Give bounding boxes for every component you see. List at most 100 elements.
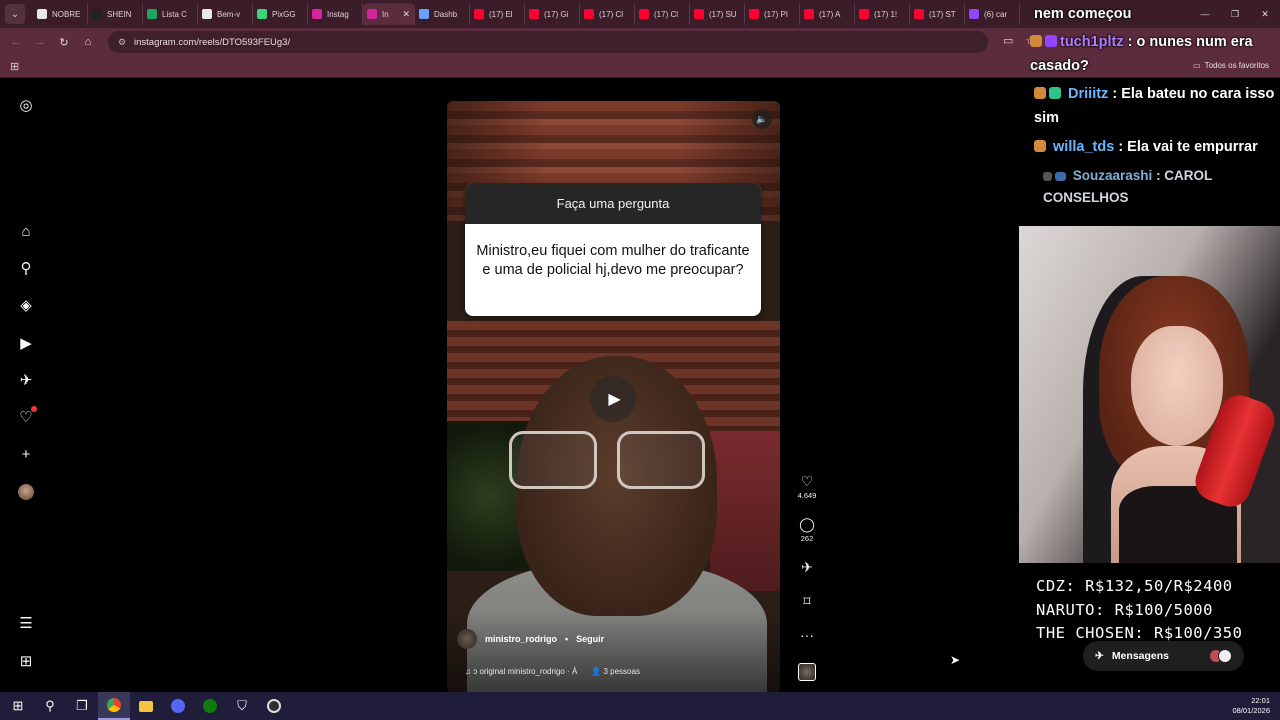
person-icon: 👤: [591, 667, 604, 676]
tab-label: Bem-v: [217, 9, 241, 19]
tab-label: (17) Cl: [599, 9, 624, 19]
search-icon[interactable]: ⚲: [17, 259, 35, 277]
tab-label: (17) El: [489, 9, 513, 19]
messages-icon[interactable]: ✈: [17, 371, 35, 389]
stream-chat-overlay: nem começou tuch1pltz : o nunes num era …: [1030, 0, 1280, 225]
messages-icon: ✈: [1095, 650, 1104, 662]
tab-label: (17) PI: [764, 9, 789, 19]
tab-favicon-icon: [147, 9, 157, 19]
back-icon[interactable]: ←: [4, 36, 28, 48]
tab-label: (17) ST: [929, 9, 956, 19]
browser-tab[interactable]: (17) Cl: [580, 3, 635, 25]
goal-line: CDZ: R$132,50/R$2400: [1036, 577, 1233, 595]
tab-favicon-icon: [529, 9, 539, 19]
like-button[interactable]: ♡ 4.649: [792, 473, 822, 500]
url-field[interactable]: ⚙ instagram.com/reels/DTO593FEUg3/: [108, 31, 988, 53]
instagram-logo-icon[interactable]: ◎: [17, 96, 35, 114]
mute-icon[interactable]: 🔈: [752, 109, 772, 129]
messages-button[interactable]: ✈ Mensagens: [1083, 641, 1244, 671]
browser-tab[interactable]: Dashb: [415, 3, 470, 25]
site-info-icon[interactable]: ⚙: [118, 37, 130, 48]
browser-tab[interactable]: (6) car: [965, 3, 1020, 25]
browser-tab[interactable]: (17) ST: [910, 3, 965, 25]
browser-tab[interactable]: (17) El: [470, 3, 525, 25]
instagram-sidebar: ◎ ⌂ ⚲ ◈ ▶ ✈ ♡ + ☰ ⊞: [0, 79, 56, 692]
tab-favicon-icon: [694, 9, 704, 19]
tab-label: Instag: [327, 9, 349, 19]
create-icon[interactable]: +: [17, 445, 35, 463]
apps-grid-icon[interactable]: ⊞: [10, 60, 19, 73]
xbox-icon[interactable]: [194, 692, 226, 720]
security-icon[interactable]: ⛉: [226, 692, 258, 720]
chat-username: willa_tds: [1053, 139, 1115, 155]
browser-tab[interactable]: (17) 1!: [855, 3, 910, 25]
tab-favicon-icon: [257, 9, 267, 19]
more-options-button[interactable]: ···: [792, 627, 822, 643]
tab-favicon-icon: [859, 9, 869, 19]
tab-label: In: [382, 9, 389, 19]
task-view-icon[interactable]: ❐: [66, 692, 98, 720]
tab-favicon-icon: [474, 9, 484, 19]
reload-icon[interactable]: ↻: [52, 36, 76, 49]
close-tab-icon[interactable]: ✕: [402, 9, 410, 20]
chrome-icon[interactable]: [98, 692, 130, 720]
tab-label: SHEIN: [107, 9, 132, 19]
share-button[interactable]: ✈: [792, 559, 822, 575]
browser-tab[interactable]: SHEIN: [88, 3, 143, 25]
browser-tab[interactable]: Bem-v: [198, 3, 253, 25]
discord-icon[interactable]: [162, 692, 194, 720]
save-button[interactable]: ⌑: [792, 593, 822, 609]
cast-icon[interactable]: ▭: [1003, 34, 1013, 47]
browser-tab[interactable]: (17) Gi: [525, 3, 580, 25]
tab-label: (17) A: [819, 9, 841, 19]
obs-icon[interactable]: [258, 692, 290, 720]
url-text: instagram.com/reels/DTO593FEUg3/: [134, 36, 291, 48]
also-from-meta-icon[interactable]: ⊞: [17, 652, 35, 670]
browser-tab[interactable]: NOBRE: [33, 3, 88, 25]
badge-icon: [1034, 140, 1046, 152]
badge-icon: [1034, 87, 1046, 99]
file-explorer-icon[interactable]: [130, 692, 162, 720]
tab-label: (6) car: [984, 9, 1008, 19]
browser-tab[interactable]: PixGG: [253, 3, 308, 25]
browser-tab[interactable]: In ✕: [363, 3, 415, 25]
chat-message: Souzaarashi : CAROL CONSELHOS: [1043, 168, 1213, 205]
reels-icon[interactable]: ▶: [17, 334, 35, 352]
notification-dot: [31, 406, 37, 412]
menu-icon[interactable]: ☰: [17, 614, 35, 632]
profile-avatar[interactable]: [17, 483, 35, 501]
people-tag[interactable]: 👤 3 pessoas: [591, 667, 640, 676]
audio-label[interactable]: ♫ ɔ original ministro_rodrigo · Á: [465, 667, 577, 676]
audio-thumbnail[interactable]: [798, 663, 816, 681]
browser-tab[interactable]: (17) A: [800, 3, 855, 25]
system-clock[interactable]: 22:01 08/01/2026: [1232, 696, 1270, 716]
explore-icon[interactable]: ◈: [17, 296, 35, 314]
search-icon[interactable]: ⚲: [34, 692, 66, 720]
tab-search-icon[interactable]: ⌄: [5, 4, 25, 24]
badge-icon: [1030, 35, 1042, 47]
author-avatar[interactable]: [457, 629, 477, 649]
forward-icon[interactable]: →: [28, 36, 52, 48]
start-icon[interactable]: ⊞: [2, 692, 34, 720]
browser-tab[interactable]: (17) Cl: [635, 3, 690, 25]
author-name[interactable]: ministro_rodrigo: [485, 634, 557, 644]
comment-button[interactable]: ◯ 262: [792, 516, 822, 543]
reel-video[interactable]: 🔈 Faça uma pergunta Ministro,eu fiquei c…: [447, 101, 780, 693]
home-icon[interactable]: ⌂: [17, 222, 35, 240]
play-icon[interactable]: ▶: [590, 376, 636, 422]
follow-button[interactable]: Seguir: [576, 634, 604, 644]
tab-label: Lista C: [162, 9, 187, 19]
home-icon[interactable]: ⌂: [76, 36, 100, 48]
badge-icon: [1049, 87, 1061, 99]
more-icon: ···: [800, 627, 814, 643]
tab-favicon-icon: [914, 9, 924, 19]
browser-tab[interactable]: (17) PI: [745, 3, 800, 25]
notifications-icon[interactable]: ♡: [17, 406, 37, 426]
browser-tab[interactable]: Instag: [308, 3, 363, 25]
clock-time: 22:01: [1251, 696, 1270, 705]
question-header: Faça uma pergunta: [465, 183, 761, 224]
browser-tab[interactable]: (17) SU: [690, 3, 745, 25]
browser-tab[interactable]: Lista C: [143, 3, 198, 25]
messages-label: Mensagens: [1111, 650, 1169, 662]
like-count: 4.649: [797, 491, 817, 500]
